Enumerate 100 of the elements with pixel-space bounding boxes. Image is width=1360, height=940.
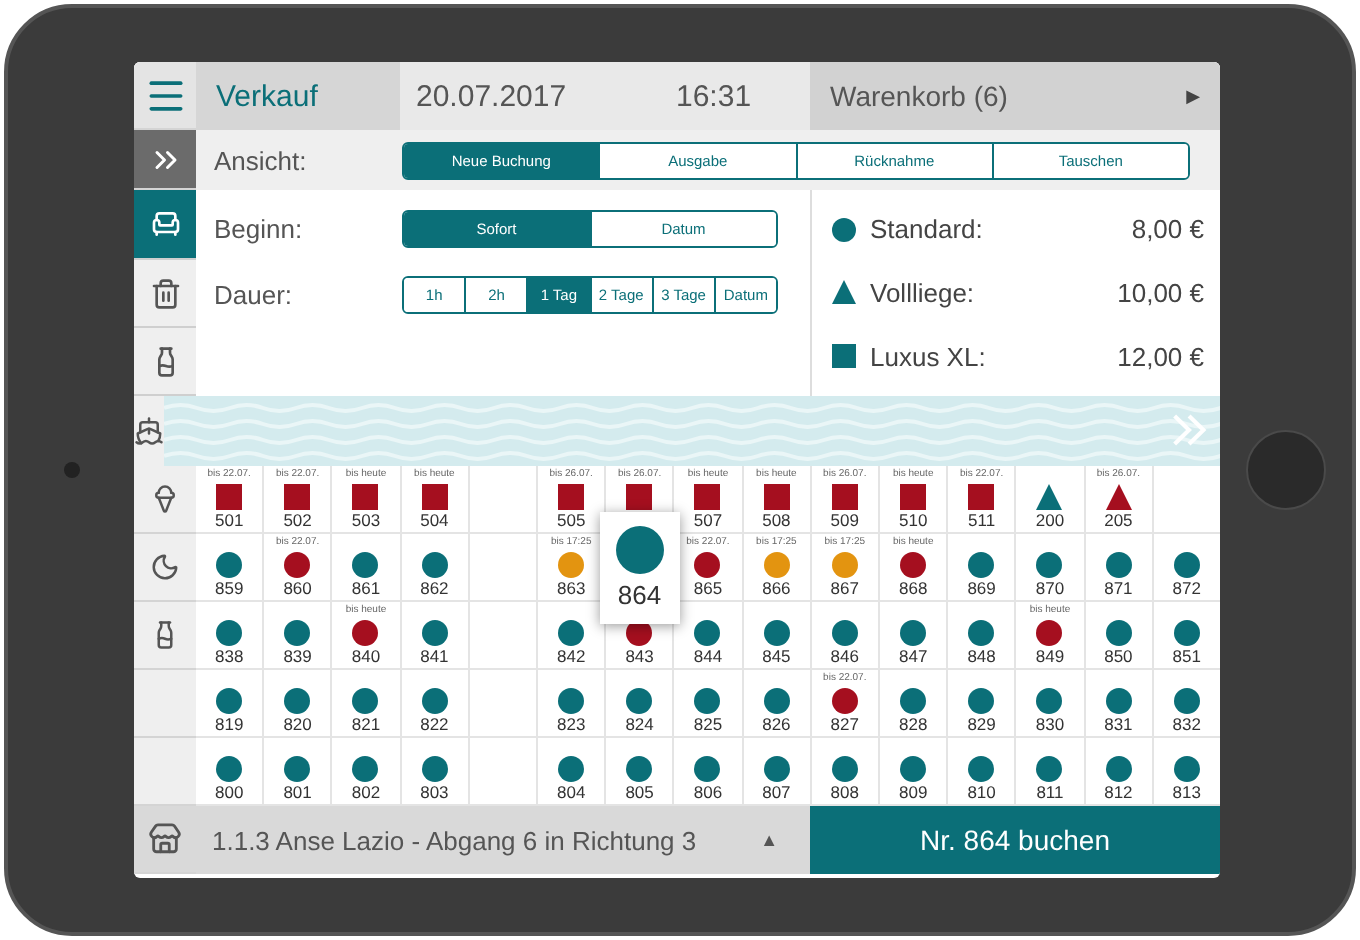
spot-number: 871 (1104, 578, 1133, 598)
sidebar-item[interactable] (134, 328, 196, 396)
spot-cell[interactable]: 859 (196, 534, 263, 600)
spot-number: 851 (1172, 646, 1201, 666)
spot-cell[interactable]: 806 (674, 738, 742, 804)
triangle-icon (832, 280, 856, 305)
spot-number: 830 (1035, 714, 1065, 734)
spot-number: 865 (693, 578, 723, 598)
spot-cell[interactable]: 850 (1085, 602, 1152, 668)
cart-button[interactable]: Warenkorb (6) ▶ (810, 62, 1220, 130)
spot-number: 832 (1172, 714, 1201, 734)
spot-cell[interactable]: 811 (1016, 738, 1084, 804)
spot-cell[interactable]: 820 (264, 670, 331, 736)
spot-cell[interactable]: 831 (1085, 670, 1152, 736)
spot-cell[interactable]: 828 (880, 670, 947, 736)
spot-cell[interactable]: 804 (538, 738, 605, 804)
spot-cell[interactable]: 822 (401, 670, 468, 736)
spot-number: 868 (899, 578, 928, 598)
spot-number: 502 (283, 510, 312, 530)
spot-number: 839 (283, 646, 312, 666)
spot-number: 846 (830, 646, 859, 666)
circle-icon (832, 217, 856, 242)
spot-number: 801 (283, 782, 312, 802)
spot-number: 807 (762, 782, 791, 802)
spot-cell[interactable]: 819 (196, 670, 263, 736)
spot-cell[interactable]: 851 (1153, 602, 1220, 668)
spot-number: 802 (351, 782, 381, 802)
spot-cell[interactable]: 821 (332, 670, 400, 736)
spot-cell[interactable]: 838 (196, 602, 263, 668)
price-name: Standard: (870, 214, 985, 245)
spot-cell[interactable]: 823 (538, 670, 605, 736)
ice-cream-icon (150, 484, 180, 514)
spot-number: 808 (830, 782, 859, 802)
spot-number: 849 (1035, 646, 1065, 666)
sidebar-item[interactable] (134, 260, 196, 328)
spot-number: 842 (557, 646, 586, 666)
trash-can-icon (149, 277, 181, 309)
spot-cell[interactable]: 871 (1085, 534, 1152, 600)
spot-cell[interactable]: 872 (1153, 534, 1220, 600)
price-name: Luxus XL: (870, 341, 988, 372)
spot-cell[interactable]: 844 (674, 602, 742, 668)
spot-number: 824 (625, 714, 654, 734)
duration-label: Dauer: (212, 280, 295, 310)
spot-cell[interactable]: 862 (401, 534, 468, 600)
spot-cell[interactable]: 824 (606, 670, 673, 736)
spot-number: 200 (1035, 510, 1065, 530)
spot-cell[interactable]: 807 (743, 738, 810, 804)
spot-cell[interactable]: 809 (880, 738, 947, 804)
spot-cell[interactable]: 847 (880, 602, 947, 668)
spot-cell[interactable]: 800 (196, 738, 263, 804)
spot-cell[interactable]: 869 (948, 534, 1015, 600)
spot-number: 510 (899, 510, 928, 530)
spot-number: 822 (420, 714, 449, 734)
spot-cell[interactable]: 829 (948, 670, 1015, 736)
spot-number: 813 (1172, 782, 1201, 802)
start-label: Beginn: (212, 214, 305, 244)
spot-popup[interactable]: 864 (599, 511, 680, 623)
spot-cell[interactable]: 812 (1085, 738, 1152, 804)
spot-cell[interactable]: 846 (811, 602, 878, 668)
spot-cell[interactable]: 842 (538, 602, 605, 668)
spot-number: 821 (351, 714, 381, 734)
spot-number: 844 (693, 646, 723, 666)
spot-number: 507 (693, 510, 723, 530)
spot-cell[interactable]: 841 (401, 602, 468, 668)
ship-icon (134, 416, 164, 446)
spot-cell[interactable]: 813 (1153, 738, 1220, 804)
spot-cell[interactable]: 839 (264, 602, 331, 668)
spot-cell[interactable]: 848 (948, 602, 1015, 668)
spot-cell[interactable]: 830 (1016, 670, 1084, 736)
spot-number: 819 (215, 714, 244, 734)
spot-number: 804 (557, 782, 586, 802)
spot-cell[interactable]: 803 (401, 738, 468, 804)
spot-number: 863 (557, 578, 586, 598)
spot-number: 809 (899, 782, 928, 802)
sidebar-item[interactable] (134, 396, 164, 468)
book-button[interactable]: Nr. 864 buchen (810, 806, 1220, 874)
spot-cell[interactable]: 802 (332, 738, 400, 804)
spot-number: 503 (351, 510, 381, 530)
sidebar-item[interactable] (134, 190, 196, 260)
spot-cell[interactable]: 200 (1016, 466, 1084, 532)
spot-cell[interactable]: 825 (674, 670, 742, 736)
spot-number: 840 (351, 646, 381, 666)
price-value: 8,00 € (1131, 214, 1204, 245)
spot-number: 867 (830, 578, 859, 598)
price-value: 10,00 € (1117, 277, 1204, 308)
spot-cell[interactable]: 808 (811, 738, 878, 804)
spot-number: 845 (762, 646, 791, 666)
spot-cell[interactable]: 870 (1016, 534, 1084, 600)
spot-cell[interactable]: 801 (264, 738, 331, 804)
spot-number: 504 (420, 510, 449, 530)
square-icon (832, 344, 856, 369)
spot-cell[interactable]: 805 (606, 738, 673, 804)
price-name: Vollliege: (870, 277, 977, 308)
spot-number: 870 (1035, 578, 1065, 598)
spot-cell[interactable]: 861 (332, 534, 400, 600)
spot-cell[interactable]: 845 (743, 602, 810, 668)
spot-cell[interactable]: 810 (948, 738, 1015, 804)
spot-cell[interactable]: 826 (743, 670, 810, 736)
spot-cell[interactable]: 832 (1153, 670, 1220, 736)
spot-number: 805 (625, 782, 654, 802)
